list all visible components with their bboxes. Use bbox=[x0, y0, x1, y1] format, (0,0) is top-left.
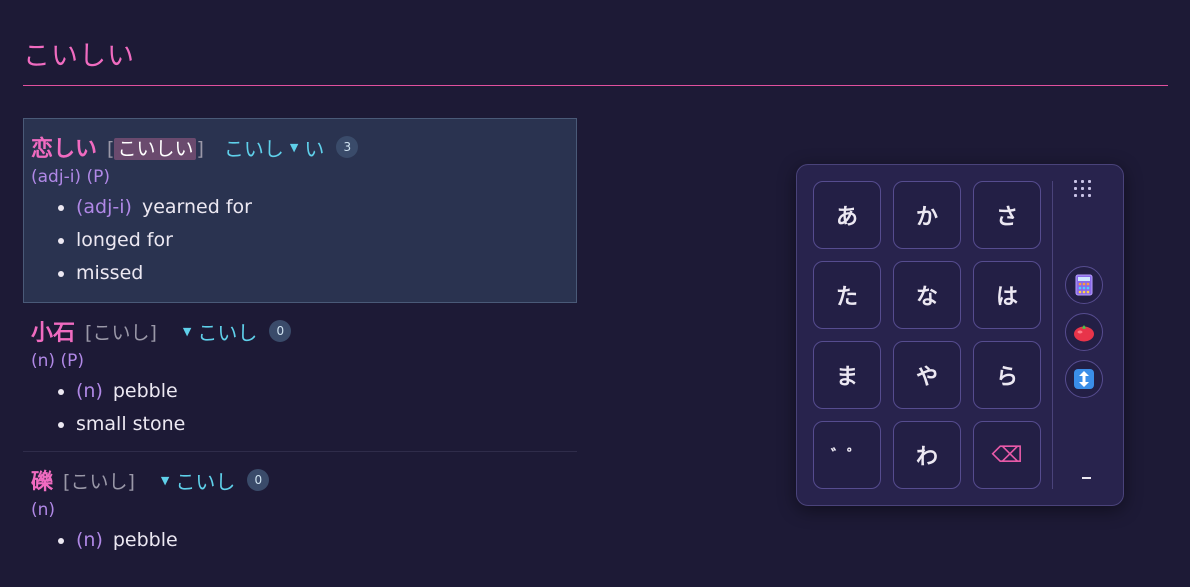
sense-text: missed bbox=[76, 262, 144, 284]
entry-headline: 礫 [こいし] ▼ こいし 0 bbox=[31, 464, 569, 496]
sense-text: small stone bbox=[76, 413, 186, 435]
sense-item: (n) pebble bbox=[76, 375, 569, 408]
conj-stem: こいし bbox=[223, 136, 284, 161]
reading-highlight: こいしい bbox=[114, 137, 197, 160]
minimize-icon[interactable] bbox=[1082, 477, 1091, 479]
result-entry[interactable]: 小石 [こいし] ▼ こいし 0 (n) (P) (n) pebble small… bbox=[23, 303, 577, 452]
key-a[interactable]: あ bbox=[813, 181, 881, 249]
kana-keypad: あ か さ た な は ま や ら ゛゜ わ ⌫ bbox=[796, 164, 1124, 506]
entry-kanji: 礫 bbox=[31, 470, 54, 495]
sense-list: (n) pebble small stone bbox=[31, 375, 569, 441]
key-ta[interactable]: た bbox=[813, 261, 881, 329]
sense-item: longed for bbox=[76, 224, 568, 257]
part-of-speech: (adj-i) (P) bbox=[31, 167, 110, 187]
reading-text: こいし bbox=[70, 470, 128, 493]
sense-item: (adj-i) yearned for bbox=[76, 191, 568, 224]
sense-text: pebble bbox=[112, 529, 178, 551]
sense-item: small stone bbox=[76, 408, 569, 441]
grid-icon[interactable] bbox=[1074, 180, 1096, 202]
conj-stem: こいし bbox=[175, 469, 236, 494]
entry-reading: [こいしい] bbox=[107, 137, 204, 160]
results-list: 恋しい [こいしい] こいし ▼ い 3 (adj-i) (P) (adj-i)… bbox=[23, 118, 577, 567]
entry-kanji: 小石 bbox=[31, 321, 76, 346]
conj-ending: い bbox=[304, 136, 325, 161]
count-badge: 3 bbox=[336, 136, 359, 158]
tomato-icon bbox=[1074, 325, 1094, 342]
conjugation: こいし ▼ い bbox=[224, 133, 324, 162]
entry-kanji: 恋しい bbox=[31, 137, 98, 162]
entry-headline: 恋しい [こいしい] こいし ▼ い 3 bbox=[31, 131, 568, 163]
up-down-arrow-button[interactable] bbox=[1065, 360, 1103, 398]
tomato-button[interactable] bbox=[1065, 313, 1103, 351]
abacus-button[interactable] bbox=[1065, 266, 1103, 304]
key-ra[interactable]: ら bbox=[973, 341, 1041, 409]
sense-text: pebble bbox=[112, 380, 178, 402]
sense-text: longed for bbox=[76, 229, 173, 251]
entry-reading: [こいし] bbox=[85, 321, 157, 344]
entry-reading: [こいし] bbox=[63, 470, 135, 493]
conjugation: ▼ こいし bbox=[177, 317, 257, 346]
key-ka[interactable]: か bbox=[893, 181, 961, 249]
key-na[interactable]: な bbox=[893, 261, 961, 329]
conj-stem: こいし bbox=[197, 320, 258, 345]
key-sa[interactable]: さ bbox=[973, 181, 1041, 249]
conjugation: ▼ こいし bbox=[155, 466, 235, 495]
entry-headline: 小石 [こいし] ▼ こいし 0 bbox=[31, 315, 569, 347]
reading-text: こいし bbox=[92, 321, 150, 344]
sense-item: missed bbox=[76, 257, 568, 290]
sense-list: (adj-i) yearned for longed for missed bbox=[31, 191, 568, 290]
sense-tag: (n) bbox=[76, 529, 103, 551]
key-ya[interactable]: や bbox=[893, 341, 961, 409]
part-of-speech: (n) (P) bbox=[31, 351, 84, 371]
key-dakuten[interactable]: ゛゜ bbox=[813, 421, 881, 489]
key-wa[interactable]: わ bbox=[893, 421, 961, 489]
count-badge: 0 bbox=[269, 320, 292, 342]
abacus-icon bbox=[1075, 274, 1093, 296]
sense-list: (n) pebble bbox=[31, 524, 569, 557]
key-ma[interactable]: ま bbox=[813, 341, 881, 409]
sense-tag: (n) bbox=[76, 380, 103, 402]
triangle-down-icon: ▼ bbox=[182, 324, 192, 338]
title-divider bbox=[23, 85, 1168, 86]
result-entry[interactable]: 礫 [こいし] ▼ こいし 0 (n) (n) pebble bbox=[23, 452, 577, 567]
up-down-arrow-icon bbox=[1074, 369, 1094, 389]
page-title: こいしい bbox=[23, 41, 135, 72]
backspace-key[interactable]: ⌫ bbox=[973, 421, 1041, 489]
result-entry-selected[interactable]: 恋しい [こいしい] こいし ▼ い 3 (adj-i) (P) (adj-i)… bbox=[23, 118, 577, 303]
key-ha[interactable]: は bbox=[973, 261, 1041, 329]
keypad-divider bbox=[1052, 181, 1053, 489]
count-badge: 0 bbox=[247, 469, 270, 491]
sense-text: yearned for bbox=[141, 196, 252, 218]
triangle-down-icon: ▼ bbox=[289, 140, 299, 154]
sense-item: (n) pebble bbox=[76, 524, 569, 557]
triangle-down-icon: ▼ bbox=[160, 473, 170, 487]
part-of-speech: (n) bbox=[31, 500, 56, 520]
sense-tag: (adj-i) bbox=[76, 196, 132, 218]
